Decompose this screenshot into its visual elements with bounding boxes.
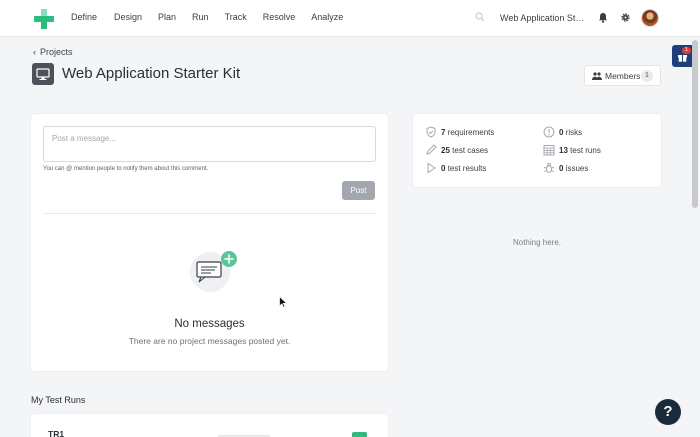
nav-define[interactable]: Define <box>71 12 97 22</box>
gift-badge: 1 <box>682 47 691 54</box>
project-switcher[interactable]: Web Application Star... <box>500 13 588 23</box>
stat-issues[interactable]: 0 issues <box>559 164 588 173</box>
activity-empty-text: Nothing here. <box>512 238 562 247</box>
stat-test-runs[interactable]: 13 test runs <box>559 146 601 155</box>
members-count-badge: 1 <box>641 70 653 82</box>
empty-subtitle: There are no project messages posted yet… <box>128 336 291 346</box>
my-test-runs-heading: My Test Runs <box>31 395 86 405</box>
divider <box>43 213 376 214</box>
mention-hint: You can @ mention people to notify them … <box>43 166 209 172</box>
alert-circle-icon <box>543 126 555 138</box>
stat-risks[interactable]: 0 risks <box>559 128 582 137</box>
logo-cross-icon[interactable] <box>33 8 55 30</box>
search-icon[interactable] <box>475 12 485 22</box>
bug-icon <box>543 162 555 173</box>
empty-title: No messages <box>174 318 245 330</box>
message-input[interactable] <box>43 126 376 162</box>
test-run-status-indicator <box>352 432 367 437</box>
nav-track[interactable]: Track <box>225 12 247 22</box>
shield-icon <box>426 126 436 138</box>
members-button[interactable]: Members 1 <box>584 65 661 86</box>
stat-requirements[interactable]: 7 requirements <box>441 128 494 137</box>
avatar[interactable] <box>641 9 659 27</box>
stat-test-cases[interactable]: 25 test cases <box>441 146 488 155</box>
top-navbar: Define Design Plan Run Track Resolve Ana… <box>0 0 700 37</box>
stat-test-results[interactable]: 0 test results <box>441 164 486 173</box>
test-run-card[interactable]: TR1 <box>31 414 388 437</box>
mouse-cursor-icon <box>279 296 287 308</box>
messages-card: You can @ mention people to notify them … <box>31 114 388 371</box>
members-label: Members <box>605 71 641 81</box>
post-button[interactable]: Post <box>342 181 375 200</box>
people-icon <box>592 72 602 80</box>
back-to-projects-link[interactable]: ‹ Projects <box>33 47 73 57</box>
scrollbar[interactable] <box>692 40 698 208</box>
project-stats-card: 7 requirements 0 risks 25 test cases 13 … <box>413 114 661 187</box>
no-messages-illustration-icon <box>190 251 237 292</box>
project-monitor-icon <box>32 63 54 85</box>
nav-analyze[interactable]: Analyze <box>311 12 343 22</box>
nav-design[interactable]: Design <box>114 12 142 22</box>
bell-icon[interactable] <box>598 12 608 23</box>
nav-run[interactable]: Run <box>192 12 209 22</box>
pencil-icon <box>426 144 437 155</box>
main-nav: Define Design Plan Run Track Resolve Ana… <box>71 12 359 22</box>
page-title: Web Application Starter Kit <box>62 65 241 82</box>
back-label: Projects <box>40 47 73 57</box>
nav-plan[interactable]: Plan <box>158 12 176 22</box>
nav-resolve[interactable]: Resolve <box>263 12 296 22</box>
play-icon <box>427 162 436 174</box>
chevron-left-icon: ‹ <box>33 47 36 57</box>
test-run-name[interactable]: TR1 <box>48 429 64 437</box>
help-button[interactable]: ? <box>655 399 681 425</box>
gear-icon[interactable] <box>620 12 631 23</box>
calendar-grid-icon <box>543 145 555 156</box>
